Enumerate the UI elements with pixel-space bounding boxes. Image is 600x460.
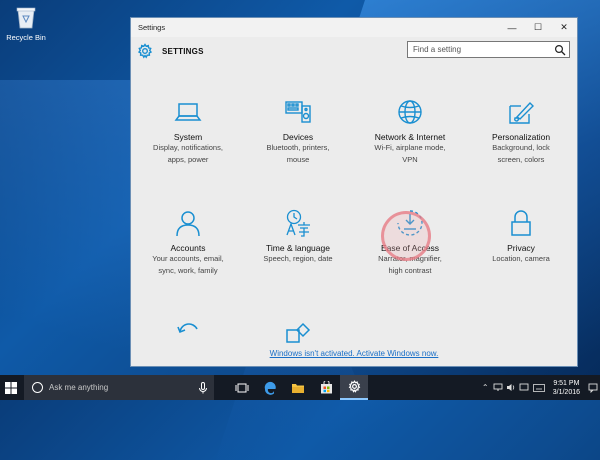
keyboard-button[interactable] [531,375,547,400]
tile-description-line-1: Wi-Fi, airplane mode, [374,143,446,152]
lock-icon [511,210,531,236]
page-title: SETTINGS [162,46,204,56]
search-input[interactable] [408,45,554,54]
tile-name: System [173,132,203,142]
tile-name: Devices [282,132,314,142]
recycle-bin-label: Recycle Bin [6,33,46,42]
tile-description-line-2: sync, work, family [158,265,218,275]
tile-name: Personalization [491,132,551,142]
task-view-icon [235,383,249,392]
tile-description-line-1: Speech, region, date [263,254,333,263]
globe-icon [398,100,422,124]
window-title: Settings [138,23,166,32]
cortana-icon [32,382,43,393]
tile-time-language[interactable]: Time & language Speech, region, date [243,209,353,265]
tile-name: Accounts [170,243,206,253]
laptop-icon [174,103,202,121]
tile-description-line-2: high contrast [388,265,432,275]
devices-icon [285,101,311,123]
recycle-bin-shortcut[interactable]: Recycle Bin [4,5,48,42]
network-button[interactable] [492,375,505,400]
tile-description-line-1: Display, notifications, [153,143,223,152]
tile-description-line-2: VPN [402,154,418,164]
minimize-icon: — [507,22,517,33]
minimize-button[interactable]: — [499,18,525,37]
tile-description-line-2: screen, colors [497,154,545,164]
gear-icon [137,43,153,59]
apps-icon [286,322,311,343]
tile-description-line-1: Bluetooth, printers, [266,143,330,152]
tile-apps[interactable] [243,318,353,346]
tile-devices[interactable]: Devices Bluetooth, printers, mouse [243,98,353,165]
task-view-button[interactable] [228,375,256,400]
search-icon[interactable] [554,44,566,56]
start-button[interactable] [0,375,22,400]
store-button[interactable] [312,375,340,400]
clock-time: 9:51 PM [553,379,580,387]
file-explorer-icon [292,383,304,393]
settings-window: Settings — ☐ ✕ SETTINGS System [130,17,578,367]
tile-description-line-1: Narrator, magnifier, [378,254,442,263]
tile-privacy[interactable]: Privacy Location, camera [466,209,576,265]
action-center-button[interactable] [518,375,531,400]
volume-button[interactable] [505,375,518,400]
recycle-bin-icon [16,7,36,29]
tile-name: Network & Internet [374,132,446,142]
settings-icon [348,380,360,393]
taskbar: Ask me anything ⌃ 9:51 PM 3/1/2016 [0,375,600,400]
find-setting-search-box[interactable] [407,41,570,58]
show-hidden-icons-button[interactable]: ⌃ [479,375,492,400]
maximize-button[interactable]: ☐ [525,18,551,37]
volume-icon [507,384,515,391]
paint-brush-icon [509,101,534,124]
close-icon: ✕ [560,22,568,32]
tile-description-line-1: Background, lock [492,143,550,152]
tile-name: Ease of Access [380,243,440,253]
tile-system[interactable]: System Display, notifications, apps, pow… [133,98,243,165]
tile-network-internet[interactable]: Network & Internet Wi-Fi, airplane mode,… [355,98,465,165]
notifications-button[interactable] [586,375,600,400]
notification-icon [588,383,598,393]
maximize-icon: ☐ [533,22,543,32]
tile-ease-of-access[interactable]: Ease of Access Narrator, magnifier, high… [355,209,465,276]
network-icon [493,383,503,391]
file-explorer-button[interactable] [284,375,312,400]
tile-update-security[interactable] [133,318,243,346]
close-button[interactable]: ✕ [551,18,577,37]
tile-accounts[interactable]: Accounts Your accounts, email, sync, wor… [133,209,243,276]
settings-taskbar-button[interactable] [340,375,368,400]
tile-description-line-2: mouse [286,154,310,164]
clock-date: 3/1/2016 [552,388,580,396]
person-icon [176,211,200,237]
settings-header: SETTINGS [131,37,577,65]
message-icon [519,383,529,391]
update-security-icon [177,323,198,334]
store-icon [320,381,332,394]
chevron-up-icon: ⌃ [481,383,489,392]
title-bar[interactable]: Settings — ☐ ✕ [131,18,577,37]
edge-icon [264,381,276,395]
system-tray: ⌃ 9:51 PM 3/1/2016 [479,375,600,400]
tile-personalization[interactable]: Personalization Background, lock screen,… [466,98,576,165]
cortana-search-box[interactable]: Ask me anything [24,375,214,400]
tile-description-line-1: Location, camera [492,254,550,263]
ease-of-access-icon [397,210,423,236]
time-language-icon [286,209,310,237]
search-box-text: Ask me anything [49,383,109,392]
windows-logo-icon [5,381,17,394]
clock[interactable]: 9:51 PM 3/1/2016 [547,379,586,397]
activate-windows-link[interactable]: Windows isn't activated. Activate Window… [131,349,577,358]
edge-button[interactable] [256,375,284,400]
tile-name: Time & language [266,243,330,253]
tile-name: Privacy [507,243,535,253]
tile-description-line-2: apps, power [167,154,209,164]
keyboard-icon [532,383,545,392]
microphone-icon[interactable] [198,381,208,394]
tile-description-line-1: Your accounts, email, [152,254,224,263]
